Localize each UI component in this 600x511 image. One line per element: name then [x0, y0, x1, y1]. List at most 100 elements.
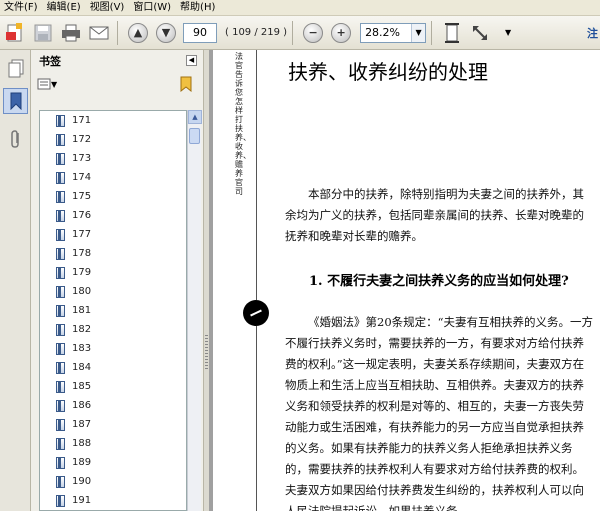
- navigation-strip: [0, 50, 31, 511]
- bookmark-item[interactable]: 184: [40, 358, 186, 377]
- bookmark-icon: [56, 285, 65, 298]
- scrollbar-thumb[interactable]: [189, 128, 200, 144]
- bookmark-icon: [56, 171, 65, 184]
- intro-paragraph: 本部分中的扶养，除特别指明为夫妻之间的扶养外，其余均为广义的扶养，包括同辈亲属间…: [285, 187, 584, 243]
- toolbar-separator: [431, 20, 433, 45]
- bookmark-icon: [56, 342, 65, 355]
- printer-icon: [62, 24, 80, 41]
- bookmark-item[interactable]: 173: [40, 149, 186, 168]
- toolbar-separator: [292, 20, 294, 45]
- create-pdf-button[interactable]: [2, 20, 28, 46]
- next-page-button[interactable]: ▼: [153, 20, 179, 46]
- arrow-down-icon: ▼: [156, 22, 176, 43]
- bookmark-icon: [56, 437, 65, 450]
- running-header-vertical: 法官告诉您怎样打扶养、收养、赡养官司: [235, 52, 251, 196]
- bookmark-item[interactable]: 190: [40, 472, 186, 491]
- new-bookmark-icon: [180, 76, 192, 93]
- bookmark-item[interactable]: 174: [40, 168, 186, 187]
- bookmark-icon: [56, 456, 65, 469]
- bookmark-item[interactable]: 171: [40, 111, 186, 130]
- attachments-panel-button[interactable]: [3, 126, 28, 152]
- toolbar-separator: [117, 20, 118, 45]
- bookmark-icon: [56, 475, 65, 488]
- bookmarks-panel-button[interactable]: [3, 88, 28, 114]
- menu-bar: 文件(F) 编辑(E) 视图(V) 窗口(W) 帮助(H): [0, 0, 600, 16]
- page-margin-line: [256, 50, 257, 300]
- body-paragraph: 《婚姻法》第20条规定：“夫妻有互相扶养的义务。一方不履行扶养义务时，需要扶养的…: [285, 315, 594, 511]
- page-number-input[interactable]: 90: [183, 22, 217, 43]
- toolbar: ▲ ▼ 90 ( 109 / 219 ) − + 28.2% ▼ ▼ 注: [0, 16, 600, 50]
- bookmark-icon: [56, 304, 65, 317]
- bookmark-item[interactable]: 172: [40, 130, 186, 149]
- menu-edit[interactable]: 编辑(E): [43, 0, 86, 16]
- plus-icon: +: [331, 22, 352, 43]
- pages-panel-button[interactable]: [3, 56, 28, 82]
- bookmark-item[interactable]: 175: [40, 187, 186, 206]
- pages-icon: [8, 59, 23, 78]
- bookmark-item[interactable]: 180: [40, 282, 186, 301]
- expand-icon: [473, 25, 488, 40]
- menu-view[interactable]: 视图(V): [86, 0, 130, 16]
- bookmark-item[interactable]: 182: [40, 320, 186, 339]
- bookmark-icon: [56, 380, 65, 393]
- chevron-down-icon[interactable]: ▼: [411, 23, 426, 42]
- full-screen-button[interactable]: [467, 20, 493, 46]
- bookmark-icon: [56, 361, 65, 374]
- bookmark-icon: [56, 190, 65, 203]
- fit-page-button[interactable]: [439, 20, 465, 46]
- bookmark-item[interactable]: 178: [40, 244, 186, 263]
- menu-file[interactable]: 文件(F): [0, 0, 43, 16]
- bookmark-item[interactable]: 181: [40, 301, 186, 320]
- save-icon: [34, 24, 52, 41]
- arrow-up-icon: ▲: [128, 22, 148, 43]
- zoom-select[interactable]: 28.2% ▼: [360, 22, 427, 43]
- bookmark-item[interactable]: 187: [40, 415, 186, 434]
- chevron-down-icon: ▼: [51, 79, 58, 89]
- page-count-label: ( 109 / 219 ): [225, 27, 288, 38]
- bookmark-item[interactable]: 183: [40, 339, 186, 358]
- save-button[interactable]: [30, 20, 56, 46]
- menu-help[interactable]: 帮助(H): [176, 0, 220, 16]
- document-view[interactable]: 法官告诉您怎样打扶养、收养、赡养官司 扶养、收养纠纷的处理 本部分中的扶养，除特…: [209, 50, 600, 511]
- bookmark-item[interactable]: 188: [40, 434, 186, 453]
- more-tools-dropdown[interactable]: ▼: [495, 20, 521, 46]
- scroll-up-arrow-icon[interactable]: ▲: [188, 110, 202, 124]
- bookmark-options-button[interactable]: ▼: [37, 78, 57, 90]
- annotation-menu[interactable]: 注: [587, 25, 598, 41]
- bookmarks-header: 书签 ◀: [31, 50, 203, 72]
- chevron-down-icon: ▼: [504, 28, 512, 37]
- page-margin-line: [256, 326, 257, 511]
- collapse-panel-button[interactable]: ◀: [186, 55, 197, 66]
- fit-page-icon: [445, 22, 460, 43]
- zoom-in-button[interactable]: +: [328, 20, 354, 46]
- splitter-grip[interactable]: [205, 335, 208, 371]
- bookmark-icon: [10, 92, 21, 110]
- bookmark-icon: [56, 247, 65, 260]
- previous-page-button[interactable]: ▲: [125, 20, 151, 46]
- bookmark-icon: [56, 133, 65, 146]
- zoom-value: 28.2%: [365, 26, 401, 39]
- bookmark-item[interactable]: 189: [40, 453, 186, 472]
- bookmark-item[interactable]: 185: [40, 377, 186, 396]
- bookmark-item[interactable]: 179: [40, 263, 186, 282]
- bookmarks-panel: 书签 ◀ ▼ 171 172 173 174 175 176 177 178 1…: [31, 50, 203, 511]
- options-icon: [37, 78, 51, 90]
- create-pdf-icon: [6, 22, 22, 41]
- menu-window[interactable]: 窗口(W): [129, 0, 176, 16]
- zoom-out-button[interactable]: −: [300, 20, 326, 46]
- bookmark-item[interactable]: 191: [40, 491, 186, 510]
- envelope-icon: [89, 26, 109, 39]
- print-button[interactable]: [58, 20, 84, 46]
- new-bookmark-button[interactable]: [179, 76, 193, 95]
- paperclip-icon: [10, 130, 19, 148]
- bookmark-icon: [56, 228, 65, 241]
- email-button[interactable]: [86, 20, 112, 46]
- bookmark-item[interactable]: 176: [40, 206, 186, 225]
- bookmark-icon: [56, 209, 65, 222]
- bookmark-scrollbar[interactable]: ▲: [187, 110, 202, 511]
- bookmark-list: 171 172 173 174 175 176 177 178 179 180 …: [39, 110, 187, 511]
- bookmark-item[interactable]: 186: [40, 396, 186, 415]
- bookmark-icon: [56, 399, 65, 412]
- bookmark-item[interactable]: 177: [40, 225, 186, 244]
- chapter-marker-icon: [243, 300, 269, 326]
